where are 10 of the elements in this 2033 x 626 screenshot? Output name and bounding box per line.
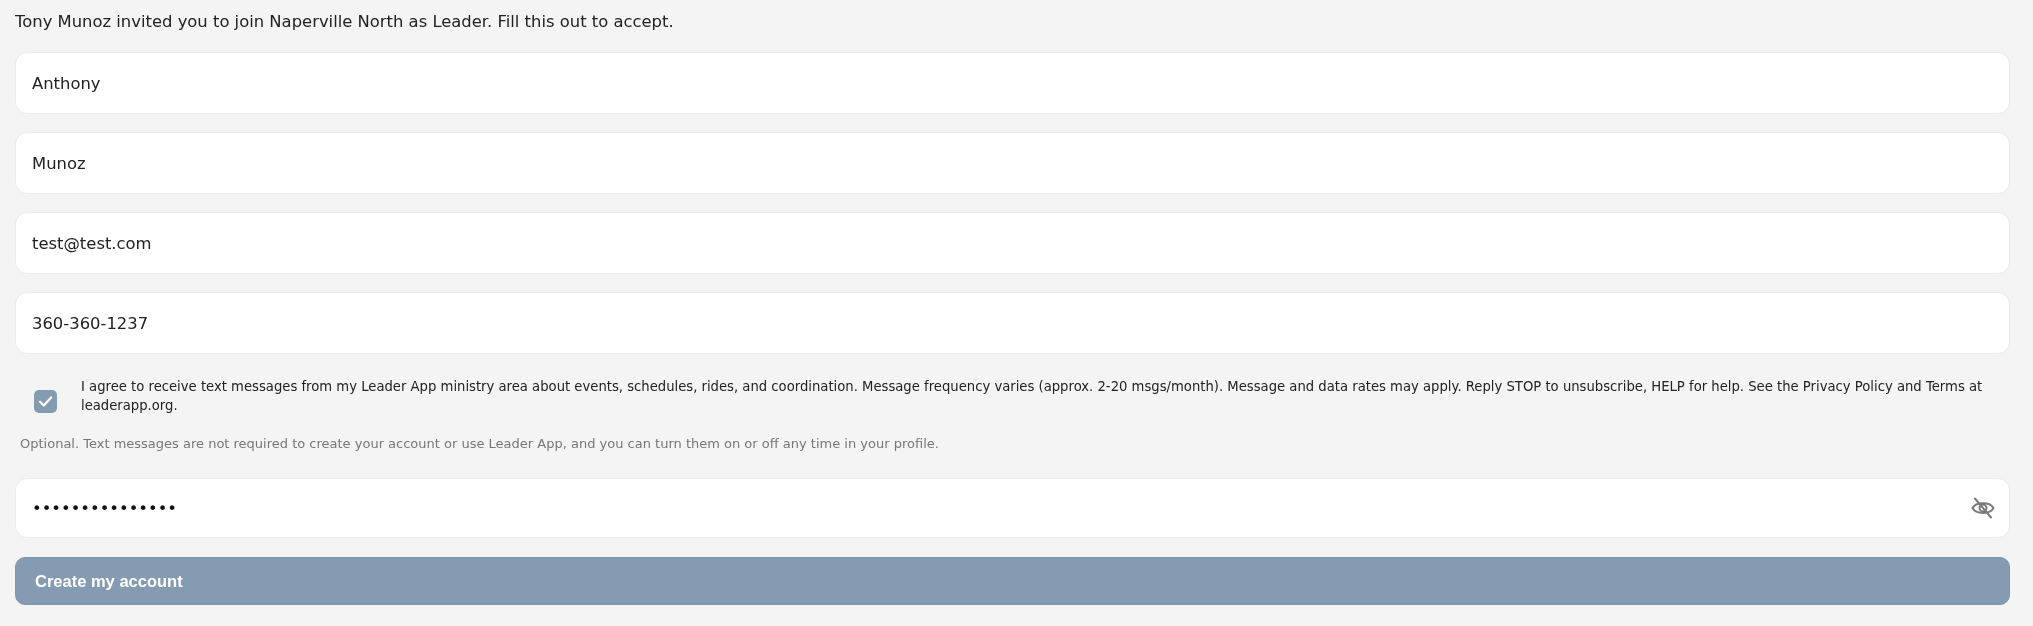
text-field[interactable]: Munoz bbox=[15, 132, 2010, 194]
password-field[interactable]: ••••••••••••••• bbox=[15, 478, 2010, 538]
text-field[interactable]: test@test.com bbox=[15, 212, 2010, 274]
invitation-message: Tony Munoz invited you to join Naperville North as Leader. Fill this out to accept. bbox=[15, 12, 675, 32]
checkbox[interactable] bbox=[34, 390, 57, 413]
text-field[interactable]: 360-360-1237 bbox=[15, 292, 2010, 354]
helper-text: Optional. Text messages are not required to create your account or use Leader App, and you can turn them on or off any time in your profile. bbox=[20, 435, 940, 453]
consent-text: I agree to receive text messages from my Leader App ministry area about events, schedules, rides, and coordination. Message frequency varies (approx. 2-20 msgs/month). Message and data rates may apply. Reply STOP to unsubscribe, HELP for help. See the Privacy Policy and Terms at leaderapp.org. bbox=[81, 378, 1984, 415]
text-field[interactable]: Anthony bbox=[15, 52, 2010, 114]
eye-slash-icon[interactable] bbox=[1971, 497, 1995, 519]
